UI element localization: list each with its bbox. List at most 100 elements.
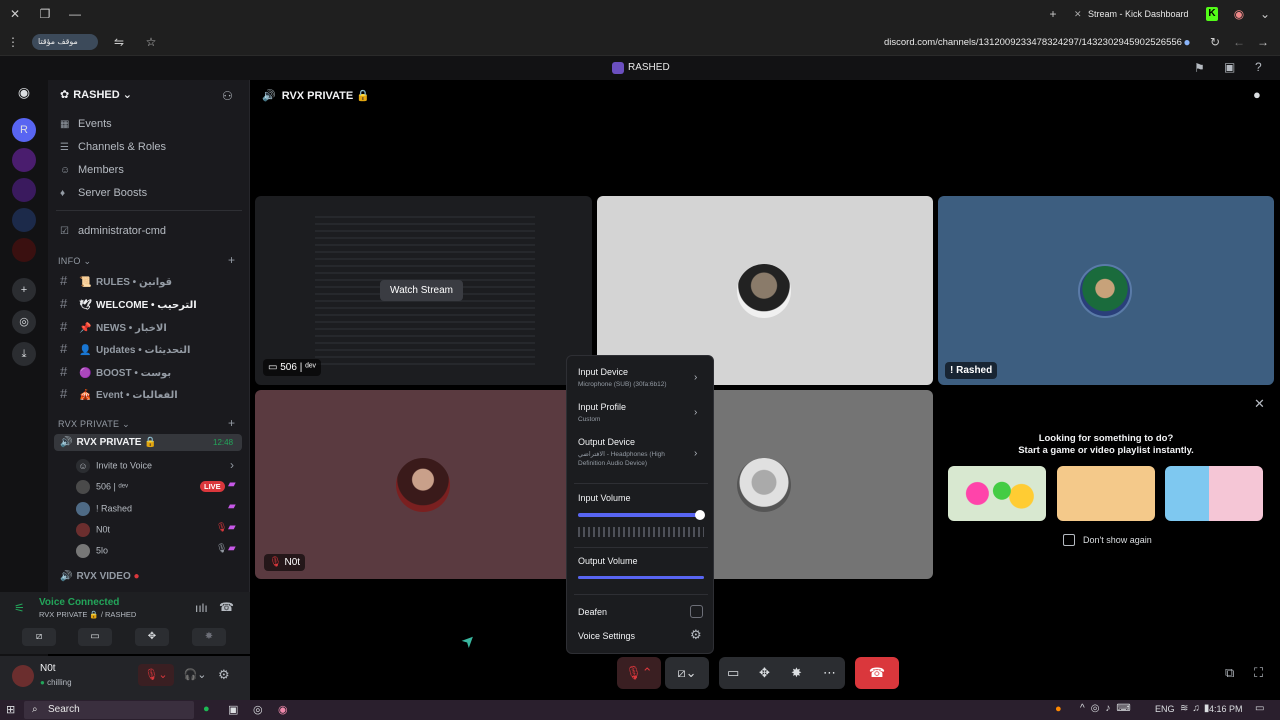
server-header[interactable]: ✿ RASHED ⌄ [60, 88, 132, 101]
participant-tile-not[interactable]: 🎙 N0t [255, 390, 591, 579]
activity-card[interactable] [1057, 466, 1155, 521]
avatar[interactable] [12, 665, 34, 687]
camera-off-button[interactable]: ⧄ [22, 628, 56, 646]
soundboard-icon[interactable]: ✸ [791, 657, 802, 689]
output-device-label[interactable]: Output Device [578, 437, 635, 447]
invite-to-voice[interactable]: ☺ Invite to Voice [76, 459, 152, 473]
activity-card[interactable] [1165, 466, 1263, 521]
input-profile-label[interactable]: Input Profile [578, 402, 626, 412]
category-info[interactable]: INFO ⌄ [58, 256, 91, 267]
channel-rvx-video[interactable]: 🔊 RVX VIDEO ● [60, 571, 140, 582]
channel-welcome[interactable]: # 🕊 WELCOME • الترحيب [60, 296, 197, 311]
watch-stream-button[interactable]: Watch Stream [380, 280, 463, 301]
activities-button[interactable]: ✥ [135, 628, 169, 646]
voice-user[interactable]: 5lo [76, 544, 108, 558]
chevron-right-icon[interactable]: › [694, 407, 697, 418]
close-icon[interactable]: ✕ [1254, 396, 1265, 412]
clock[interactable]: 4:16 PM [1209, 704, 1243, 714]
channel-administrator-cmd[interactable]: ☑ administrator-cmd [60, 225, 166, 237]
screen-share-icon[interactable]: ▭ [727, 657, 739, 689]
activities-icon[interactable]: ✥ [759, 657, 770, 689]
tray-icons[interactable]: ^◎♪⌨ [1080, 703, 1137, 714]
fullscreen-icon[interactable]: ⛶ [1254, 665, 1263, 681]
channel-boost[interactable]: # 🟣 BOOST • بوست [60, 364, 171, 379]
add-channel-icon[interactable]: + [228, 416, 235, 430]
voice-location[interactable]: RVX PRIVATE 🔒 / RASHED [39, 610, 136, 619]
security-chip[interactable]: موقف مؤقتا [32, 34, 98, 50]
app-tray-icon[interactable]: ● [1055, 703, 1062, 715]
disconnect-icon[interactable]: ☎ [219, 600, 234, 614]
guild-icon[interactable] [12, 178, 36, 202]
channel-event[interactable]: # 🎪 Event • الفعاليات [60, 386, 178, 401]
popout-icon[interactable]: ⧉ [1225, 665, 1234, 681]
category-rvx-private[interactable]: RVX PRIVATE ⌄ [58, 419, 130, 430]
deafen-toggle[interactable]: 🎧⌄ [178, 664, 212, 686]
minimize-icon[interactable]: — [66, 5, 84, 23]
guild-icon[interactable]: R [12, 118, 36, 142]
guild-icon[interactable] [12, 148, 36, 172]
screen-share-button[interactable]: ▭ [78, 628, 112, 646]
participant-tile-rashed[interactable]: ! Rashed [938, 196, 1274, 385]
browser-menu-icon[interactable]: ⋮ [4, 33, 22, 51]
help-icon[interactable]: ? [1255, 60, 1262, 74]
mic-mute-button[interactable]: 🎙⌃ [617, 657, 661, 689]
inbox-icon[interactable]: ▣ [1224, 60, 1235, 74]
browser-icon[interactable]: ◉ [278, 703, 288, 716]
app-icon[interactable]: ◎ [253, 703, 263, 716]
back-icon[interactable]: ← [1230, 33, 1248, 51]
voice-user[interactable]: 506 | ᵈᵉᵛ [76, 480, 128, 494]
record-icon[interactable]: ◉ [1230, 5, 1248, 23]
add-member-icon[interactable]: ⚇ [222, 89, 233, 103]
forward-icon[interactable]: → [1254, 33, 1272, 51]
tab-kick-dashboard[interactable]: ✕ Stream - Kick Dashboard [1068, 2, 1218, 26]
more-icon[interactable]: ⋯ [823, 657, 836, 689]
chevron-right-icon[interactable]: › [694, 448, 697, 459]
bookmark-star-icon[interactable]: ☆ [142, 33, 160, 51]
settings-gear-icon[interactable]: ⚙ [690, 627, 702, 643]
input-device-label[interactable]: Input Device [578, 367, 628, 377]
restore-icon[interactable]: ❐ [36, 5, 54, 23]
chevron-right-icon[interactable]: › [694, 372, 697, 383]
noise-suppression-icon[interactable]: ıılı [195, 601, 208, 615]
signal-icon[interactable]: ⚟ [14, 601, 25, 615]
notifications-icon[interactable]: ▭ [1255, 703, 1264, 714]
flag-icon[interactable]: ⚑ [1194, 61, 1205, 75]
tab-close-icon[interactable]: ✕ [1074, 2, 1082, 26]
output-volume-track[interactable] [578, 576, 704, 579]
menu-server-boosts[interactable]: ♦ Server Boosts [60, 187, 147, 199]
deafen-label[interactable]: Deafen [578, 607, 607, 617]
voice-user[interactable]: N0t [76, 523, 110, 537]
spotify-icon[interactable]: ● [203, 703, 210, 715]
settings-gear-icon[interactable]: ⚙ [218, 667, 230, 683]
mute-toggle[interactable]: 🎙⌄ [138, 664, 174, 686]
close-icon[interactable]: ✕ [6, 5, 24, 23]
dont-show-checkbox[interactable] [1063, 534, 1075, 546]
menu-channels-roles[interactable]: ☰ Channels & Roles [60, 141, 166, 153]
activity-card[interactable] [948, 466, 1046, 521]
discord-home-icon[interactable]: ◉ [12, 80, 36, 104]
input-volume-track[interactable] [578, 513, 700, 517]
channel-news[interactable]: # 📌 NEWS • الاخبار [60, 319, 167, 334]
app-icon[interactable]: ▣ [228, 703, 238, 716]
add-channel-icon[interactable]: + [228, 253, 235, 267]
chat-bubble-icon[interactable]: ● [1253, 87, 1261, 102]
channel-updates[interactable]: # 👤 Updates • التحديثات [60, 341, 190, 356]
start-icon[interactable]: ⊞ [6, 703, 15, 716]
url-text[interactable]: discord.com/channels/1312009233478324297… [884, 37, 1182, 48]
reader-icon[interactable]: ⇋ [110, 33, 128, 51]
language-indicator[interactable]: ENG [1155, 704, 1175, 714]
disconnect-button[interactable]: ☎ [855, 657, 899, 689]
input-volume-thumb[interactable] [695, 510, 705, 520]
tab-list-chevron-icon[interactable]: ⌄ [1256, 5, 1274, 23]
voice-settings-label[interactable]: Voice Settings [578, 631, 635, 641]
guild-icon[interactable] [12, 208, 36, 232]
soundboard-button[interactable]: ✸ [192, 628, 226, 646]
channel-rules[interactable]: # 📜 RULES • قوانين [60, 273, 172, 288]
voice-user[interactable]: ! Rashed [76, 502, 132, 516]
add-server-icon[interactable]: + [12, 278, 36, 302]
reload-icon[interactable]: ↻ [1206, 33, 1224, 51]
voice-status[interactable]: Voice Connected [39, 597, 119, 608]
menu-events[interactable]: ▦ Events [60, 118, 112, 130]
deafen-checkbox[interactable] [690, 605, 703, 618]
taskbar-search[interactable]: ⌕ Search [24, 701, 194, 719]
